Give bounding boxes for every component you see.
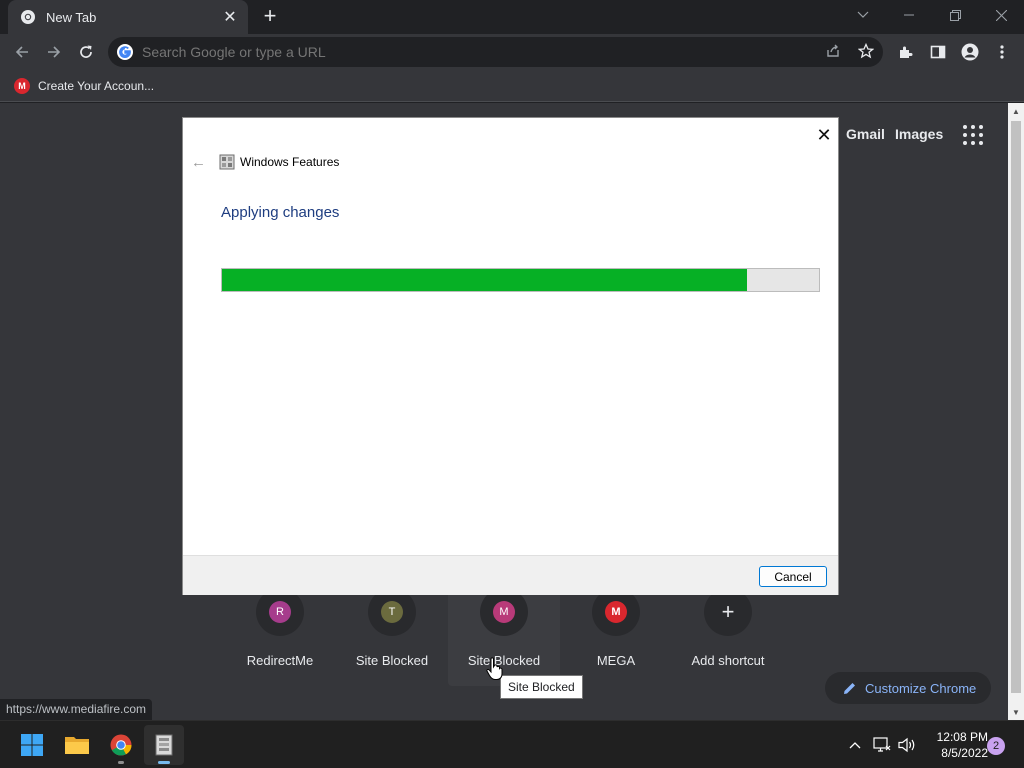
bookmark-label: Create Your Accoun... (38, 79, 155, 93)
tooltip: Site Blocked (500, 675, 583, 699)
tab-title: New Tab (46, 9, 97, 25)
status-url: https://www.mediafire.com (0, 699, 153, 720)
shortcut-icon-circle: M (480, 588, 528, 636)
file-explorer-taskbar-icon[interactable] (57, 725, 97, 765)
customize-chrome-button[interactable]: Customize Chrome (825, 672, 991, 704)
shortcut-label: Add shortcut (691, 653, 765, 668)
shortcut-icon-circle: M (592, 588, 640, 636)
volume-icon[interactable] (897, 735, 917, 755)
reload-icon[interactable] (70, 36, 102, 68)
network-icon[interactable] (872, 735, 892, 755)
tab-search-icon[interactable] (840, 0, 886, 30)
running-indicator (118, 761, 124, 764)
new-tab-button[interactable]: + (258, 5, 282, 29)
cancel-button[interactable]: Cancel (759, 566, 827, 587)
share-icon[interactable] (823, 41, 843, 61)
progress-fill (222, 269, 748, 291)
shortcut-icon-circle: T (368, 588, 416, 636)
shortcut-tile[interactable]: M Site Blocked (448, 588, 560, 686)
address-bar[interactable] (108, 37, 883, 67)
google-icon (117, 44, 133, 60)
dialog-heading: Applying changes (221, 204, 340, 221)
scroll-thumb[interactable] (1011, 121, 1021, 693)
customize-label: Customize Chrome (865, 680, 977, 696)
shortcut-tile[interactable]: R RedirectMe (224, 588, 336, 686)
forward-icon[interactable] (38, 36, 70, 68)
shortcut-label: Site Blocked (467, 653, 541, 668)
shortcut-tile[interactable]: T Site Blocked (336, 588, 448, 686)
shortcut-icon-circle: R (256, 588, 304, 636)
shortcut-label: Site Blocked (355, 653, 429, 668)
dialog-title: Windows Features (240, 155, 340, 169)
omnibox-input[interactable] (142, 44, 883, 60)
shortcut-label: RedirectMe (246, 653, 314, 668)
windows-logo-icon (21, 734, 43, 756)
close-tab-icon[interactable]: ✕ (222, 9, 238, 26)
plus-icon: + (721, 599, 735, 624)
minimize-button[interactable] (886, 0, 932, 30)
images-link[interactable]: Images (895, 126, 943, 142)
scroll-up-icon[interactable]: ▲ (1008, 103, 1024, 119)
title-bar: New Tab ✕ + (0, 0, 1024, 34)
screen: { "browser": { "tab": {"title": "New Tab… (0, 0, 1024, 768)
chrome-icon (21, 10, 35, 24)
windows-features-dialog: ✕ ← Windows Features Applying changes Ca… (182, 117, 839, 595)
shortcut-icon-circle: + (704, 588, 752, 636)
tab-new-tab[interactable]: New Tab ✕ (8, 0, 248, 34)
gmail-link[interactable]: Gmail (846, 126, 885, 142)
bookmarks-bar: M Create Your Accoun... (0, 70, 1024, 102)
menu-icon[interactable] (986, 36, 1018, 68)
mega-icon: M (14, 78, 30, 94)
profile-icon[interactable] (954, 36, 986, 68)
bookmark-item[interactable]: M Create Your Accoun... (8, 74, 160, 98)
shortcut-letter: R (269, 601, 291, 623)
add-shortcut-tile[interactable]: + Add shortcut (672, 588, 784, 686)
hand-cursor-icon (486, 657, 503, 680)
windows-features-taskbar-icon[interactable] (144, 725, 184, 765)
shortcut-label: MEGA (596, 653, 636, 668)
shortcut-tile[interactable]: M MEGA (560, 588, 672, 686)
active-indicator (158, 761, 170, 764)
clock-date: 8/5/2022 (941, 746, 988, 760)
show-hidden-icons-icon[interactable] (845, 735, 865, 755)
bookmark-star-icon[interactable] (856, 41, 876, 61)
taskbar: 12:08 PM 8/5/2022 2 (0, 720, 1024, 768)
side-panel-icon[interactable] (922, 36, 954, 68)
extensions-icon[interactable] (890, 36, 922, 68)
chrome-taskbar-icon[interactable] (101, 725, 141, 765)
clock-time: 12:08 PM (936, 730, 988, 744)
start-button[interactable] (12, 725, 52, 765)
close-window-button[interactable] (978, 0, 1024, 30)
restore-button[interactable] (932, 0, 978, 30)
pencil-icon (844, 683, 855, 694)
shortcut-letter: M (493, 601, 515, 623)
back-icon[interactable] (6, 36, 38, 68)
folder-icon (65, 737, 89, 754)
apps-grid-icon[interactable] (962, 124, 984, 146)
shortcut-letter: T (381, 601, 403, 623)
scroll-down-icon[interactable]: ▼ (1008, 704, 1024, 720)
shortcut-letter: M (605, 601, 627, 623)
progress-bar (221, 268, 820, 292)
windows-features-icon (155, 734, 173, 756)
scrollbar[interactable]: ▲ ▼ (1008, 103, 1024, 720)
system-clock[interactable]: 12:08 PM 8/5/2022 (924, 729, 988, 761)
browser-toolbar (0, 34, 1024, 70)
notification-badge[interactable]: 2 (987, 737, 1005, 755)
chrome-icon (110, 734, 132, 756)
dialog-footer: Cancel (183, 555, 838, 595)
back-arrow-icon[interactable]: ← (191, 154, 211, 171)
windows-features-icon (219, 154, 235, 170)
dialog-close-button[interactable]: ✕ (811, 122, 837, 148)
